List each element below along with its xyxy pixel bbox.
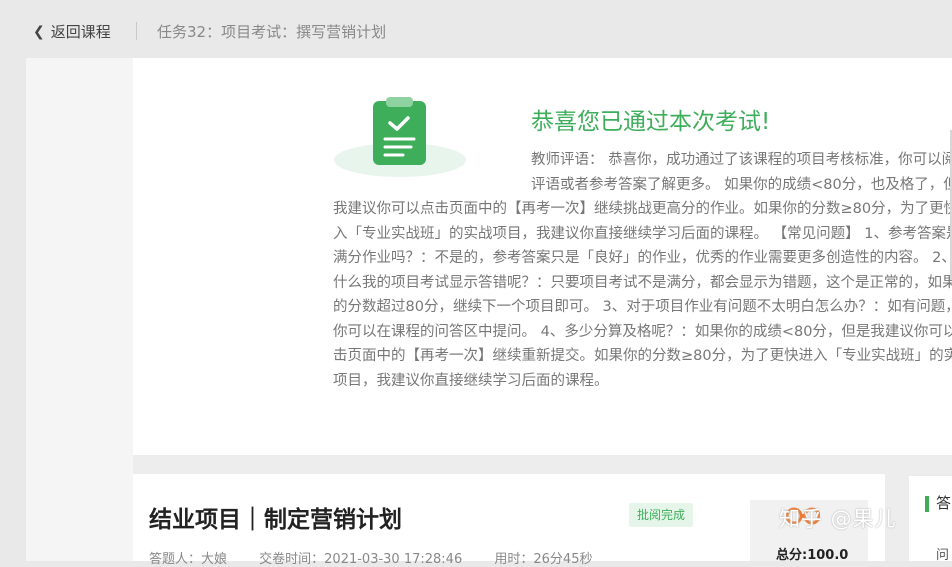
submit-time: 交卷时间：2021-03-30 17:28:46 [259,552,463,567]
teacher-comment: 教师评语： 恭喜你，成功通过了该课程的项目考核标准，你可以阅读评语或者参考答案了… [333,148,952,393]
panel-sub: 问 [936,548,950,563]
left-pane [26,58,133,561]
watermark: 知乎 @果儿 [779,507,897,531]
top-bar: ❮ 返回课程 任务32：项目考试：撰写营销计划 [0,0,952,58]
answer-sheet-panel[interactable]: 答 问 [909,476,952,563]
project-title: 结业项目｜制定营销计划 [149,507,402,533]
status-badge: 批阅完成 [629,503,694,527]
duration: 用时：26分45秒 [494,552,593,567]
project-card: 结业项目｜制定营销计划 批阅完成 答题人：大娘 交卷时间：2021-03-30 … [133,474,885,567]
panel-title: 答 [936,494,952,512]
answerer: 答题人：大娘 [149,552,228,567]
comment-indent [333,148,531,197]
back-to-course-link[interactable]: ❮ 返回课程 [33,21,111,42]
result-card: 恭喜您已通过本次考试! 教师评语： 恭喜你，成功通过了该课程的项目考核标准，你可… [133,58,952,455]
congrats-heading: 恭喜您已通过本次考试! [531,109,771,135]
total-score: 总分:100.0 [776,548,849,563]
project-meta: 答题人：大娘 交卷时间：2021-03-30 17:28:46 用时：26分45… [149,548,620,567]
divider [136,22,137,40]
back-label: 返回课程 [50,23,111,41]
chevron-left-icon: ❮ [33,23,45,40]
breadcrumb: 任务32：项目考试：撰写营销计划 [157,23,387,41]
panel-accent-bar [925,496,929,512]
